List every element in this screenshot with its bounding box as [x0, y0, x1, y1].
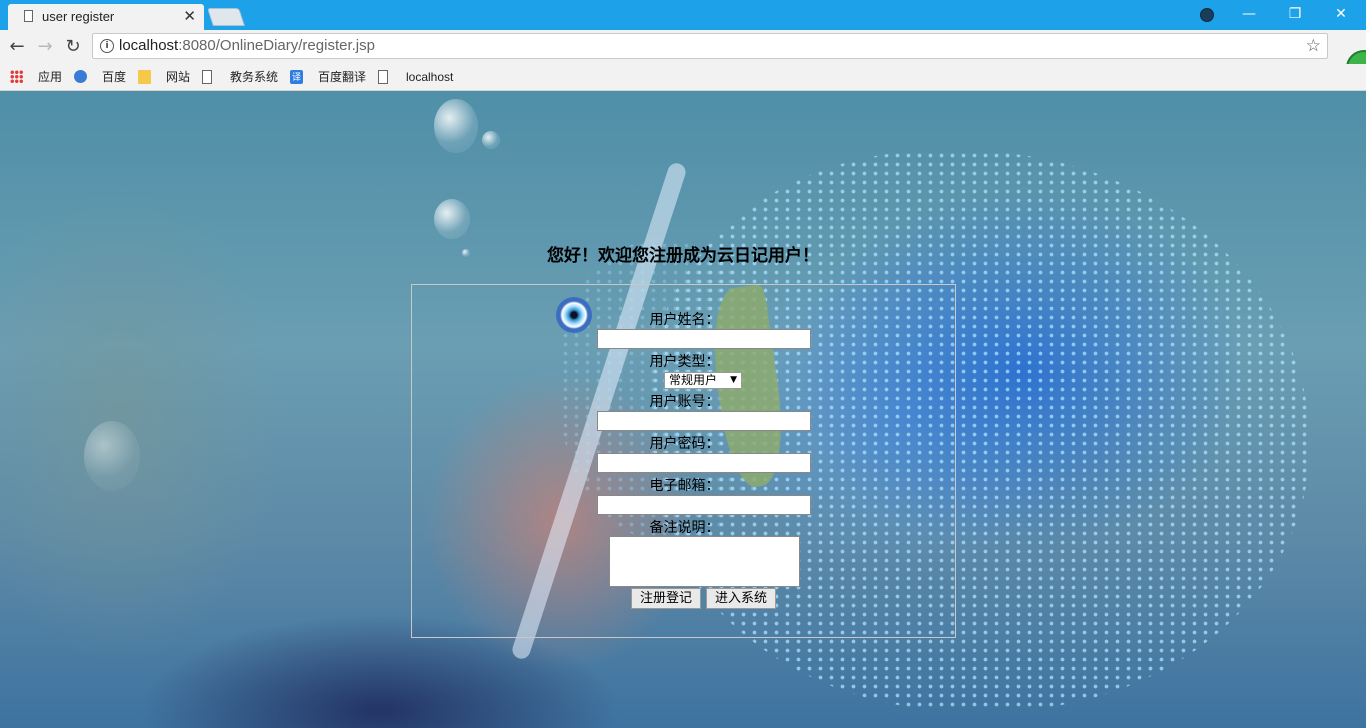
page-title: 您好！欢迎您注册成为云日记用户！ — [547, 246, 819, 266]
bubble — [434, 99, 478, 153]
tab-user-register[interactable]: user register ✕ — [8, 4, 204, 30]
bubble — [482, 131, 500, 149]
reload-icon[interactable]: ↻ — [62, 36, 84, 58]
register-button[interactable]: 注册登记 — [631, 588, 701, 609]
bubble — [434, 199, 470, 239]
password-input[interactable] — [597, 453, 811, 473]
browser-toolbar: ← → ↻ i localhost:8080/OnlineDiary/regis… — [0, 30, 1366, 64]
username-label: 用户姓名： — [649, 312, 720, 328]
page-background: 您好！欢迎您注册成为云日记用户！ 用户姓名： 用户类型： 常规用户 ▼ 用户账号… — [0, 91, 1366, 728]
account-input[interactable] — [597, 411, 811, 431]
email-input[interactable] — [597, 495, 811, 515]
folder-icon — [138, 70, 151, 84]
tab-title: user register — [42, 9, 115, 24]
usertype-select[interactable]: 常规用户 ▼ — [664, 372, 742, 389]
bookmarks-bar: 应用 百度 网站 教务系统 译 百度翻译 localhost — [0, 64, 1366, 91]
enter-system-button[interactable]: 进入系统 — [706, 588, 776, 609]
remark-textarea[interactable] — [609, 536, 800, 587]
translate-icon: 译 — [290, 70, 303, 84]
usertype-label: 用户类型： — [649, 354, 720, 370]
email-label: 电子邮箱： — [649, 478, 720, 494]
register-form: 用户姓名： 用户类型： 常规用户 ▼ 用户账号： 用户密码： 电子邮箱： 备注说… — [411, 284, 956, 638]
password-label: 用户密码： — [649, 436, 720, 452]
close-window-button[interactable]: ✕ — [1318, 0, 1364, 30]
page-icon — [24, 10, 33, 22]
dropdown-arrow-icon: ▼ — [730, 375, 737, 385]
remark-label: 备注说明： — [649, 520, 720, 536]
minimize-button[interactable]: — — [1226, 0, 1272, 30]
browser-titlebar: user register ✕ — ❐ ✕ — [0, 0, 1366, 30]
apps-grid-icon — [10, 70, 23, 84]
url-text: localhost:8080/OnlineDiary/register.jsp — [119, 37, 375, 54]
username-input[interactable] — [597, 329, 811, 349]
info-icon[interactable]: i — [100, 39, 114, 53]
tab-close-icon[interactable]: ✕ — [183, 7, 196, 25]
page-icon — [378, 70, 388, 84]
profile-button[interactable] — [1184, 0, 1230, 30]
forward-arrow-icon[interactable]: → — [34, 36, 56, 58]
back-arrow-icon[interactable]: ← — [6, 36, 28, 58]
account-label: 用户账号： — [649, 394, 720, 410]
bookmark-star-icon[interactable]: ☆ — [1306, 36, 1321, 56]
baidu-paw-icon — [74, 70, 87, 83]
maximize-button[interactable]: ❐ — [1272, 0, 1318, 30]
bubble — [84, 421, 140, 491]
new-tab-button[interactable] — [207, 8, 245, 26]
page-icon — [202, 70, 212, 84]
profile-icon — [1200, 8, 1214, 22]
address-bar[interactable]: i localhost:8080/OnlineDiary/register.js… — [92, 33, 1328, 59]
